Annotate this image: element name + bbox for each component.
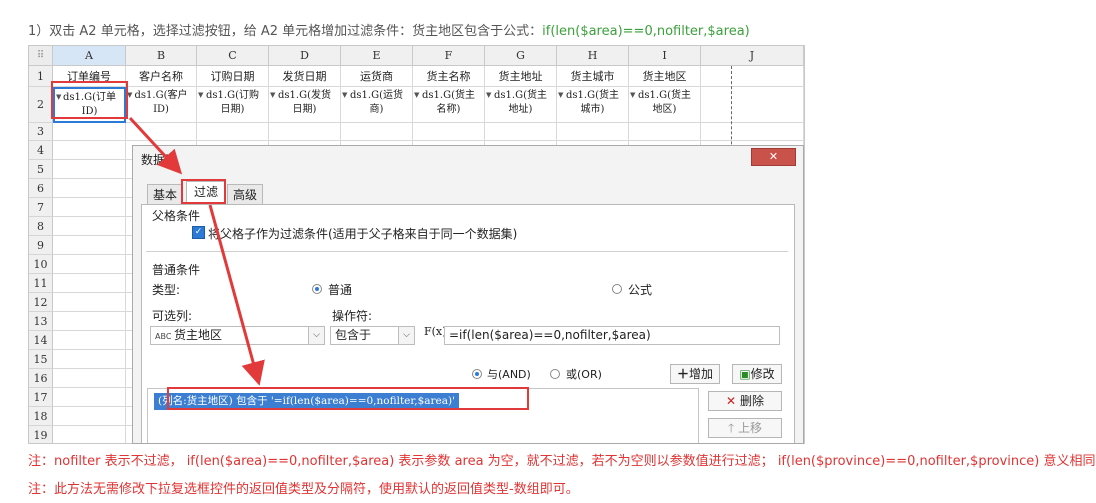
note-nofilter: 注：nofilter 表示不过滤， if(len($area)==0,nofil… (28, 454, 1096, 469)
annotation-arrows (128, 116, 265, 386)
arrow-icon (128, 116, 183, 175)
arrow-icon (208, 204, 265, 386)
note-return-type: 注：此方法无需修改下拉复选框控件的返回值类型及分隔符，使用默认的返回值类型-数组… (28, 482, 579, 497)
